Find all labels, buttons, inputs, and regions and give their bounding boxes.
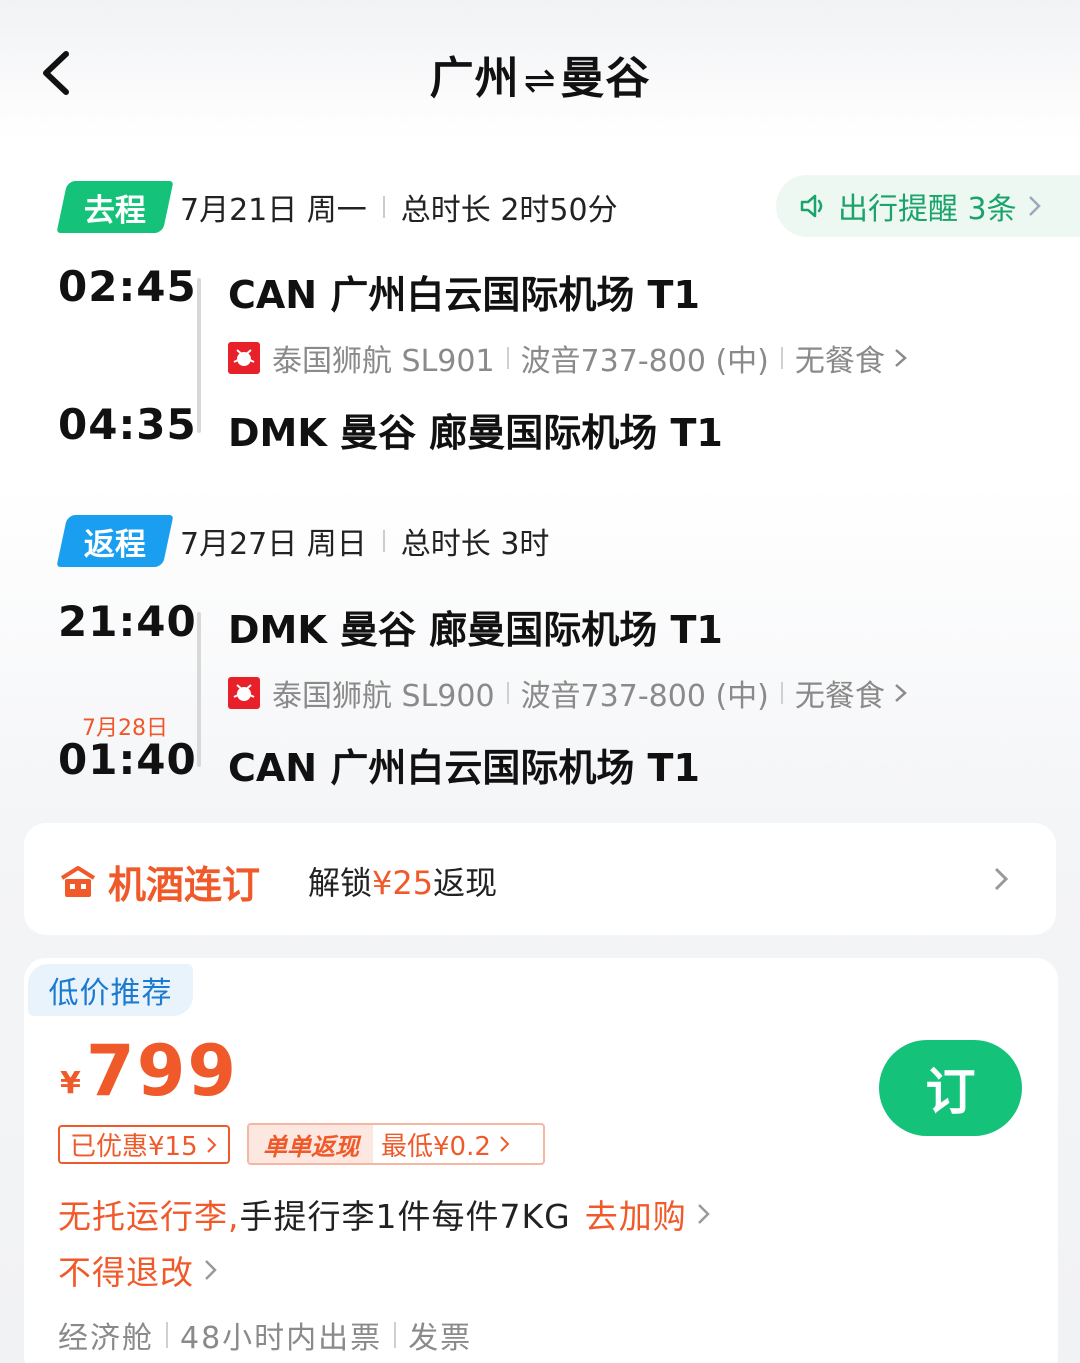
return-airline: 泰国狮航 SL900: [272, 679, 495, 714]
invoice-info: 发票: [408, 1321, 473, 1356]
chevron-right-icon: [895, 349, 907, 367]
divider: [382, 530, 385, 552]
divider: [166, 1322, 168, 1348]
return-depart-time: 21:40: [58, 597, 197, 646]
chevron-right-icon: [697, 1204, 710, 1224]
divider: [506, 347, 509, 369]
reminder-label: 出行提醒 3条: [838, 192, 1017, 227]
return-timeline: [197, 612, 201, 767]
ticketing-time: 48小时内出票: [180, 1321, 383, 1356]
outbound-depart-airport: CAN 广州白云国际机场 T1: [228, 273, 700, 317]
outbound-airline: 泰国狮航 SL901: [272, 344, 495, 379]
cashback-value: 最低¥0.2: [373, 1126, 511, 1163]
return-meta: 7月27日 周日 总时长 3时: [180, 515, 549, 567]
price-currency: ¥: [60, 1066, 81, 1101]
return-tag: 返程: [56, 515, 174, 567]
discount-badge[interactable]: 已优惠¥15: [58, 1125, 230, 1164]
airline-logo-icon: [228, 677, 260, 709]
outbound-tag: 去程: [56, 181, 174, 233]
book-button[interactable]: 订: [879, 1040, 1022, 1136]
chevron-right-icon: [500, 1136, 510, 1152]
return-aircraft: 波音737-800 (中): [520, 679, 769, 714]
outbound-depart-time: 02:45: [58, 262, 197, 311]
price-value: 799: [86, 1030, 239, 1112]
chevron-right-icon: [205, 1260, 217, 1280]
outbound-date: 7月21日 周一: [180, 193, 367, 228]
page-title: 广州 ⇌曼谷: [0, 42, 1080, 106]
add-baggage-link[interactable]: 去加购: [585, 1190, 687, 1238]
speaker-icon: [800, 194, 823, 218]
cashback-label: 单单返现: [249, 1125, 373, 1163]
outbound-arrive-time: 04:35: [58, 400, 197, 449]
travel-reminder-button[interactable]: 出行提醒 3条: [776, 175, 1080, 237]
divider: [506, 682, 509, 704]
return-duration: 总时长 3时: [400, 527, 550, 562]
return-flight-info[interactable]: 泰国狮航 SL900 波音737-800 (中) 无餐食: [228, 671, 909, 715]
outbound-flight-info[interactable]: 泰国狮航 SL901 波音737-800 (中) 无餐食: [228, 336, 909, 380]
chevron-right-icon: [990, 862, 1012, 900]
divider: [394, 1322, 397, 1348]
outbound-arrive-airport: DMK 曼谷 廊曼国际机场 T1: [228, 411, 723, 455]
divider: [382, 196, 385, 218]
cabin-info: 经济舱 48小时内出票 发票: [58, 1313, 472, 1357]
no-checked-baggage: 无托运行李,: [58, 1197, 240, 1236]
carry-on-allowance: 手提行李1件每件7KG: [239, 1197, 571, 1236]
outbound-timeline: [197, 278, 201, 433]
package-cashback-amount: ¥25: [372, 864, 434, 902]
return-date: 7月27日 周日: [180, 527, 367, 562]
cabin-class: 经济舱: [58, 1321, 154, 1356]
package-title: 机酒连订: [58, 854, 260, 909]
divider: [780, 682, 783, 704]
origin-city: 广州: [429, 53, 520, 104]
chevron-right-icon: [206, 1136, 217, 1153]
baggage-info: 无托运行李, 手提行李1件每件7KG 去加购: [58, 1190, 713, 1238]
destination-city: 曼谷: [560, 53, 651, 104]
outbound-aircraft: 波音737-800 (中): [520, 344, 769, 379]
outbound-meta: 7月21日 周一 总时长 2时50分: [180, 181, 618, 233]
outbound-meal: 无餐食: [794, 344, 885, 379]
airline-logo-icon: [228, 342, 260, 374]
low-price-tag: 低价推荐: [28, 964, 193, 1016]
cashback-badge[interactable]: 单单返现 最低¥0.2: [247, 1123, 545, 1165]
return-depart-airport: DMK 曼谷 廊曼国际机场 T1: [228, 608, 723, 652]
refund-policy-link[interactable]: 不得退改: [58, 1246, 220, 1294]
hotel-bundle-icon: [60, 865, 96, 897]
return-arrive-time: 01:40: [58, 735, 197, 784]
chevron-right-icon: [1028, 196, 1041, 216]
return-meal: 无餐食: [794, 679, 885, 714]
round-trip-arrow-icon: ⇌: [523, 58, 557, 102]
divider: [780, 347, 783, 369]
package-description: 解锁¥25返现: [308, 864, 498, 902]
outbound-duration: 总时长 2时50分: [400, 193, 618, 228]
chevron-right-icon: [895, 684, 907, 702]
return-arrive-airport: CAN 广州白云国际机场 T1: [228, 746, 700, 790]
